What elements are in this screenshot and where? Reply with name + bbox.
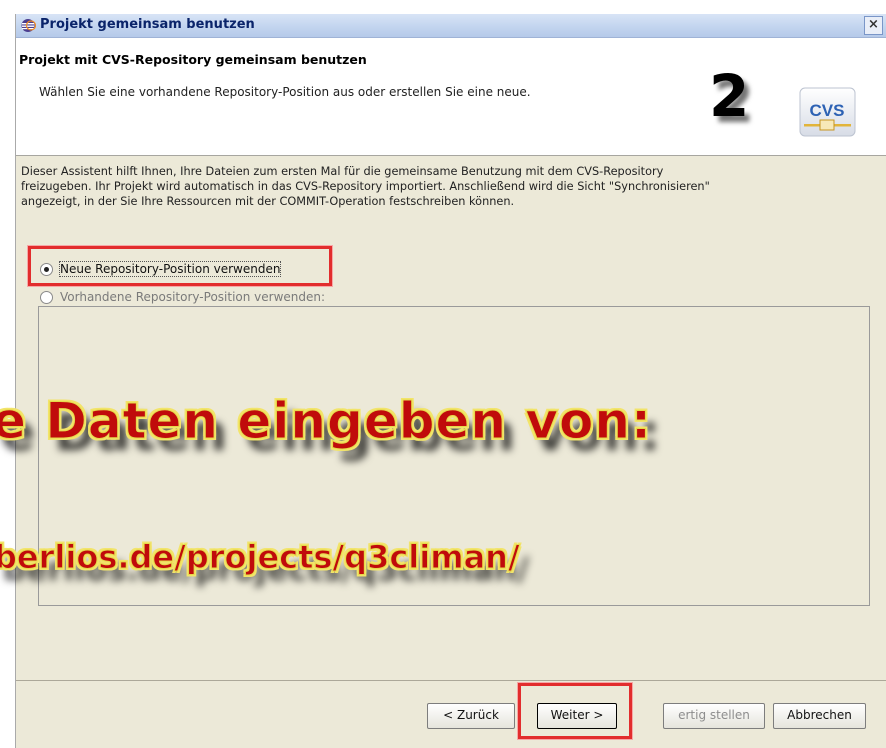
cancel-button[interactable]: Abbrechen (773, 703, 866, 729)
wizard-header: Projekt mit CVS-Repository gemeinsam ben… (16, 38, 886, 156)
intro-text: Dieser Assistent hilft Ihnen, Ihre Datei… (21, 164, 881, 209)
intro-line-3: angezeigt, in der Sie Ihre Ressourcen mi… (21, 195, 515, 208)
highlight-box-new-location (28, 246, 332, 286)
intro-line-1: Dieser Assistent hilft Ihnen, Ihre Datei… (21, 165, 664, 178)
overlay-instruction-text: e Daten eingeben von: (0, 392, 652, 451)
radio-existing-location[interactable]: Vorhandene Repository-Position verwenden… (40, 290, 325, 304)
intro-line-2: freizugeben. Ihr Projekt wird automatisc… (21, 180, 710, 193)
step-number: 2 (709, 62, 750, 130)
button-bar-divider (16, 680, 886, 681)
page-description: Wählen Sie eine vorhandene Repository-Po… (39, 85, 531, 99)
cvs-logo-icon: CVS (799, 87, 856, 137)
back-button[interactable]: < Zurück (427, 703, 515, 729)
radio-button-unselected[interactable] (40, 291, 53, 304)
overlay-url-text: berlios.de/projects/q3climan/ (0, 538, 520, 577)
page-title: Projekt mit CVS-Repository gemeinsam ben… (19, 52, 367, 67)
share-project-dialog: Projekt gemeinsam benutzen × Projekt mit… (15, 14, 886, 748)
highlight-box-next (518, 683, 632, 739)
cvs-logo-text: CVS (810, 101, 845, 120)
radio-existing-location-label[interactable]: Vorhandene Repository-Position verwenden… (60, 290, 325, 304)
finish-button[interactable]: ertig stellen (663, 703, 765, 729)
window-title: Projekt gemeinsam benutzen (40, 17, 255, 32)
close-button[interactable]: × (864, 16, 883, 35)
eclipse-app-icon (21, 19, 36, 32)
title-bar[interactable]: Projekt gemeinsam benutzen × (16, 14, 886, 38)
